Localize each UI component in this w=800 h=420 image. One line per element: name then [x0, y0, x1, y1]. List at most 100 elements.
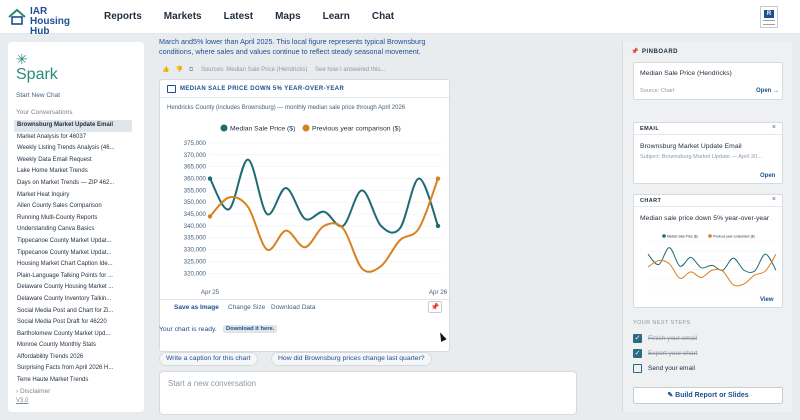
pinned-email-card[interactable]: EMAIL × Brownsburg Market Update Email S…	[633, 122, 783, 184]
assistant-message-text: March and5% lower than April 2025. This …	[159, 37, 426, 56]
checkbox-icon[interactable]	[633, 364, 642, 373]
pin-icon: 📌	[631, 49, 639, 55]
legend-swatch	[220, 124, 228, 132]
y-tick-label: 370,000	[184, 152, 207, 159]
list-item[interactable]: Plain-Language Talking Points for ...	[14, 271, 144, 283]
change-size-button[interactable]: Change Size	[228, 304, 265, 311]
nav-learn[interactable]: Learn	[323, 11, 350, 22]
line-chart: 320,000 325,000 330,000 335,000 340,000 345,0…	[184, 124, 448, 296]
pinned-source-card[interactable]: Median Sale Price (Hendricks) Source: Ch…	[633, 62, 783, 100]
list-item[interactable]: Weekly Data Email Request	[14, 155, 144, 167]
list-item[interactable]: Tippecanoe County Market Updat...	[14, 236, 144, 248]
chart-card-header: MEDIAN SALE PRICE DOWN 5% YEAR-OVER-YEAR	[160, 80, 449, 98]
legend-label: Previous year comparison ($)	[312, 126, 401, 133]
badge-letter: R	[764, 10, 774, 18]
email-card-kind: EMAIL	[640, 126, 660, 132]
list-item[interactable]: Monroe County Monthly Stats	[14, 340, 144, 352]
list-item[interactable]: Running Multi-County Reports	[14, 213, 144, 225]
list-item[interactable]: Social Media Post Draft for 46220	[14, 317, 144, 329]
data-point	[435, 176, 441, 181]
copy-icon[interactable]: ⧉	[189, 67, 193, 73]
open-email-link[interactable]: Open	[760, 173, 775, 179]
list-item[interactable]: Affordability Trends 2026	[14, 352, 144, 364]
conversations-heading: Your Conversations	[16, 109, 73, 116]
list-item[interactable]: Bartholomew County Market Upd...	[14, 329, 144, 341]
step-label: Send your email	[648, 365, 695, 372]
version-link[interactable]: V3.0	[16, 398, 28, 404]
nav-chat[interactable]: Chat	[372, 11, 394, 22]
legend-swatch	[302, 124, 310, 132]
list-item[interactable]: Market Analysis for 46037	[14, 132, 144, 144]
pinboard-panel: 📌 PINBOARD Median Sale Price (Hendricks) …	[622, 42, 792, 412]
brand-logo[interactable]: IAR Housing Hub	[8, 6, 90, 37]
download-link[interactable]: Download it here.	[223, 325, 278, 333]
list-item[interactable]: Understanding Canva Basics	[14, 224, 144, 236]
list-item[interactable]: Allen County Sales Comparison	[14, 201, 144, 213]
badge-lines	[763, 20, 775, 25]
suggestion-chip[interactable]: How did Brownsburg prices change last qu…	[271, 352, 432, 366]
email-card-subject: Subject: Brownsburg Market Update — Apri…	[640, 154, 762, 160]
nav-reports[interactable]: Reports	[104, 11, 142, 22]
pinboard-heading-label: PINBOARD	[641, 49, 678, 55]
y-tick-label: 340,000	[184, 223, 207, 230]
source-text: Sources: Median Sale Price (Hendricks)	[200, 67, 308, 73]
nav-maps[interactable]: Maps	[275, 11, 301, 22]
thumbs-up-icon[interactable]: 👍	[162, 67, 169, 73]
legend-swatch	[708, 234, 712, 238]
y-tick-label: 355,000	[184, 187, 207, 194]
view-chart-link[interactable]: View	[760, 297, 774, 303]
nav-markets[interactable]: Markets	[164, 11, 202, 22]
list-item[interactable]: Market Heat Inquiry	[14, 190, 144, 202]
list-item[interactable]: Tippecanoe County Market Updat...	[14, 248, 144, 260]
legend-label: Previous year comparison ($)	[713, 234, 755, 238]
pinned-chart-card[interactable]: CHART × Median sale price down 5% year-o…	[633, 194, 783, 308]
y-tick-label: 320,000	[184, 270, 207, 277]
series-line	[209, 158, 439, 234]
series-line	[209, 178, 439, 273]
disclaimer-toggle[interactable]: › Disclaimer	[16, 388, 50, 395]
step-label: Export your chart	[648, 350, 698, 357]
list-item[interactable]: Surprising Facts from April 2026 H...	[14, 363, 144, 375]
chart-card: MEDIAN SALE PRICE DOWN 5% YEAR-OVER-YEAR…	[159, 79, 450, 352]
close-icon[interactable]: ×	[772, 196, 776, 203]
list-item[interactable]: Days on Market Trends — ZIP 462...	[14, 178, 144, 190]
list-item[interactable]: Weekly Listing Trends Analysis (46...	[14, 143, 144, 155]
list-item[interactable]: Housing Market Chart Caption Ide...	[14, 259, 144, 271]
main-nav: Reports Markets Latest Maps Learn Chat	[104, 11, 416, 22]
build-report-button[interactable]: ✎ Build Report or Slides	[633, 387, 783, 404]
see-how-link[interactable]: See how I answered this...	[315, 67, 385, 73]
new-chat-link[interactable]: Start New Chat	[16, 92, 60, 99]
composer	[159, 371, 577, 415]
chart-ready-text: Your chart is ready.	[159, 326, 217, 333]
checkbox-checked-icon[interactable]: ✓	[633, 334, 642, 343]
nav-latest[interactable]: Latest	[224, 11, 253, 22]
list-item[interactable]: Brownsburg Market Update Email	[14, 120, 132, 132]
chart-thumbnail: Median Sale Price ($) Previous year compa…	[647, 234, 777, 289]
chart-pin-title: Median sale price down 5% year-over-year	[640, 215, 770, 222]
spark-icon: ✳	[16, 51, 28, 67]
download-data-button[interactable]: Download Data	[271, 304, 315, 311]
open-source-link[interactable]: Open →	[756, 88, 779, 94]
checkbox-checked-icon[interactable]: ✓	[633, 349, 642, 358]
list-item[interactable]: Delaware County Inventory Talkin...	[14, 294, 144, 306]
chart-actions-divider	[160, 299, 449, 300]
save-as-image-button[interactable]: Save as Image	[174, 304, 219, 311]
legend-label: Median Sale Price ($)	[667, 234, 698, 238]
y-tick-label: 365,000	[184, 164, 207, 171]
pin-icon[interactable]: 📌	[428, 301, 442, 313]
list-item[interactable]: Delaware County Housing Market ...	[14, 282, 144, 294]
top-nav: IAR Housing Hub Reports Markets Latest M…	[0, 0, 800, 37]
suggestion-chip[interactable]: Write a caption for this chart	[159, 352, 258, 366]
list-item[interactable]: Lake Home Market Trends	[14, 166, 144, 178]
thumbs-down-icon[interactable]: 👎	[175, 67, 182, 73]
list-item[interactable]: Terre Haute Market Trends	[14, 375, 144, 387]
build-report-label: Build Report or Slides	[675, 392, 749, 399]
realtor-badge-icon[interactable]: R	[760, 6, 778, 28]
message-meta: 👍 👎 ⧉ Sources: Median Sale Price (Hendrick…	[162, 66, 391, 74]
y-tick-label: 325,000	[184, 258, 207, 265]
close-icon[interactable]: ×	[772, 124, 776, 131]
sidebar-title: Spark	[16, 66, 58, 83]
chat-input[interactable]	[168, 379, 558, 388]
chart-subtitle: Hendricks County (includes Brownsburg) —…	[167, 105, 406, 111]
list-item[interactable]: Social Media Post and Chart for Zi...	[14, 306, 144, 318]
